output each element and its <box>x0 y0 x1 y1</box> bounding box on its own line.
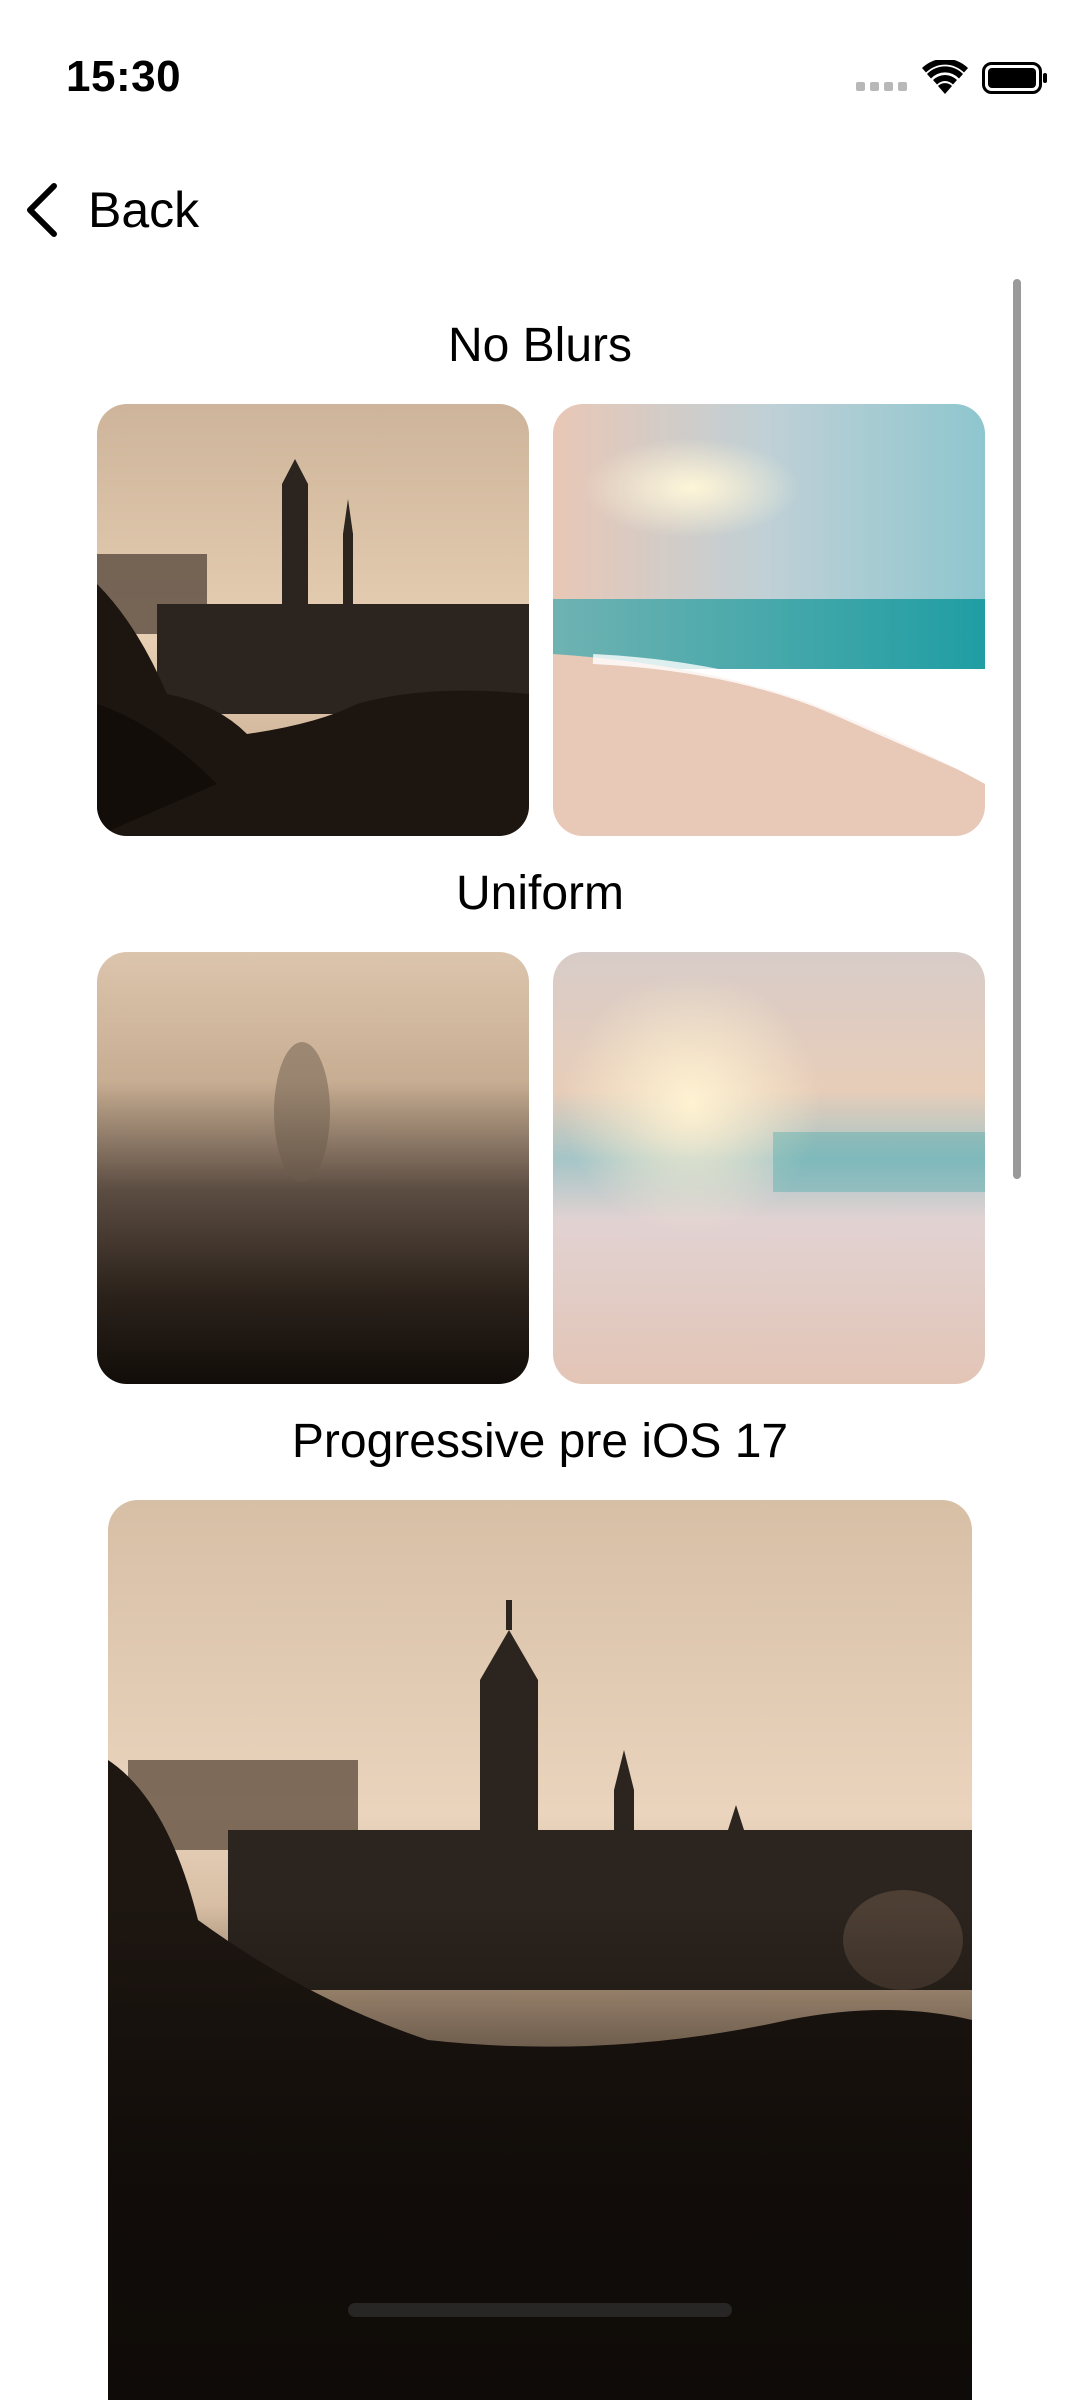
beach-image <box>553 404 985 836</box>
scroll-indicator[interactable] <box>1013 279 1021 1179</box>
battery-icon <box>982 62 1048 94</box>
chevron-left-icon <box>27 183 57 237</box>
status-bar: 15:30 <box>0 0 1080 150</box>
navigation-bar: Back <box>0 170 1080 250</box>
section-title-progressive: Progressive pre iOS 17 <box>291 1415 789 1468</box>
city-image-uniform-blur <box>97 952 529 1384</box>
wifi-icon <box>922 58 968 96</box>
beach-image-uniform-blur <box>553 952 985 1384</box>
section-title-no-blurs: No Blurs <box>447 319 633 372</box>
city-image <box>97 404 529 836</box>
section-title-uniform: Uniform <box>455 867 625 920</box>
city-image-progressive-blur <box>108 1500 972 2400</box>
status-time: 15:30 <box>66 52 182 101</box>
home-indicator[interactable] <box>348 2303 732 2317</box>
cellular-signal-icon <box>856 82 908 92</box>
back-button-label: Back <box>88 182 200 238</box>
back-button[interactable]: Back <box>22 178 199 242</box>
